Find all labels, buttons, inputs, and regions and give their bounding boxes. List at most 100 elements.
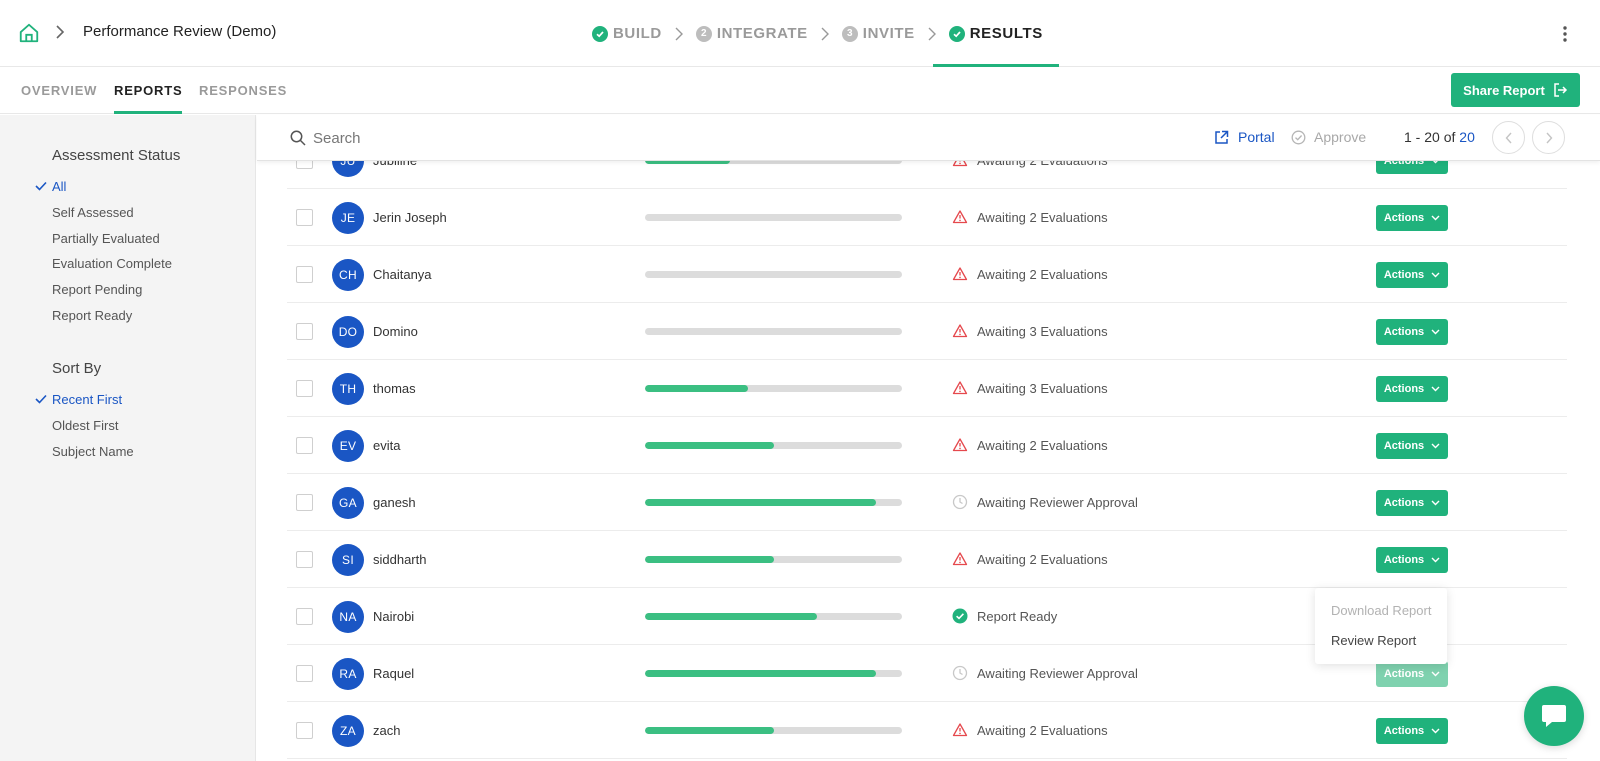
check-icon — [35, 181, 47, 191]
status-filter-partially-evaluated[interactable]: Partially Evaluated — [52, 231, 160, 246]
sort-oldest-first[interactable]: Oldest First — [52, 418, 118, 433]
portal-label: Portal — [1238, 129, 1275, 145]
step-number: 2 — [695, 25, 712, 42]
row-checkbox[interactable] — [296, 380, 313, 397]
prev-page-button[interactable] — [1492, 121, 1525, 154]
row-checkbox[interactable] — [296, 551, 313, 568]
chevron-down-icon — [1431, 671, 1440, 677]
warning-icon — [952, 267, 968, 281]
more-vertical-icon[interactable] — [1561, 24, 1569, 44]
actions-button-open[interactable]: Actions — [1376, 661, 1448, 687]
status-text: Awaiting 2 Evaluations — [977, 437, 1108, 453]
row-checkbox[interactable] — [296, 494, 313, 511]
status-filter-all[interactable]: All — [52, 179, 66, 194]
status-cell: Awaiting Reviewer Approval — [952, 665, 1138, 681]
subject-name: Domino — [373, 324, 418, 339]
assessment-status-heading: Assessment Status — [52, 147, 181, 164]
approve-button[interactable]: Approve — [1291, 129, 1366, 145]
progress-fill — [645, 385, 748, 392]
status-filter-evaluation-complete[interactable]: Evaluation Complete — [52, 256, 172, 271]
row-checkbox[interactable] — [296, 266, 313, 283]
status-cell: Awaiting 3 Evaluations — [952, 380, 1108, 396]
chevron-down-icon — [1431, 557, 1440, 563]
home-icon[interactable] — [18, 22, 40, 44]
avatar: ZA — [332, 715, 364, 747]
row-checkbox[interactable] — [296, 437, 313, 454]
actions-button[interactable]: Actions — [1376, 547, 1448, 573]
table-row[interactable]: SI siddharth Awaiting 2 Evaluations Acti… — [287, 531, 1567, 588]
status-filter-report-ready[interactable]: Report Ready — [52, 308, 132, 323]
table-row[interactable]: ZA zach Awaiting 2 Evaluations Actions — [287, 702, 1567, 759]
warning-icon — [952, 723, 968, 737]
row-checkbox[interactable] — [296, 608, 313, 625]
chevron-down-icon — [1431, 386, 1440, 392]
progress-fill — [645, 442, 774, 449]
status-cell: Awaiting 2 Evaluations — [952, 209, 1108, 225]
sort-subject-name[interactable]: Subject Name — [52, 444, 134, 459]
avatar: SI — [332, 544, 364, 576]
actions-button[interactable]: Actions — [1376, 718, 1448, 744]
actions-button[interactable]: Actions — [1376, 319, 1448, 345]
sort-recent-first[interactable]: Recent First — [52, 392, 122, 407]
table-row[interactable]: EV evita Awaiting 2 Evaluations Actions — [287, 417, 1567, 474]
status-cell: Awaiting 2 Evaluations — [952, 437, 1108, 453]
actions-button[interactable]: Actions — [1376, 490, 1448, 516]
status-filter-self-assessed[interactable]: Self Assessed — [52, 205, 134, 220]
tab-responses[interactable]: RESPONSES — [199, 67, 287, 114]
status-filter-report-pending[interactable]: Report Pending — [52, 282, 142, 297]
progress-bar — [645, 385, 902, 392]
download-report-item[interactable]: Download Report — [1331, 603, 1431, 618]
top-bar: Performance Review (Demo) BUILD 2 INTEGR… — [0, 0, 1600, 67]
actions-button[interactable]: Actions — [1376, 433, 1448, 459]
actions-label: Actions — [1383, 383, 1425, 395]
page-range: 1 - 20 — [1404, 129, 1440, 145]
share-report-button[interactable]: Share Report — [1451, 73, 1580, 107]
warning-icon — [952, 324, 968, 338]
progress-bar — [645, 214, 902, 221]
search-input[interactable] — [313, 124, 813, 152]
row-checkbox[interactable] — [296, 722, 313, 739]
step-build[interactable]: BUILD — [592, 0, 662, 67]
status-cell: Awaiting Reviewer Approval — [952, 494, 1138, 510]
chevron-right-icon — [928, 27, 936, 40]
actions-button[interactable]: Actions — [1376, 376, 1448, 402]
table-row[interactable]: DO Domino Awaiting 3 Evaluations Actions — [287, 303, 1567, 360]
table-row[interactable]: TH thomas Awaiting 3 Evaluations Actions — [287, 360, 1567, 417]
chat-widget-button[interactable] — [1524, 686, 1584, 746]
table-row[interactable]: GA ganesh Awaiting Reviewer Approval Act… — [287, 474, 1567, 531]
share-report-label: Share Report — [1463, 82, 1545, 98]
actions-button[interactable]: Actions — [1376, 205, 1448, 231]
status-text: Awaiting 2 Evaluations — [977, 551, 1108, 567]
status-cell: Awaiting 3 Evaluations — [952, 323, 1108, 339]
app-title: Performance Review (Demo) — [83, 23, 277, 40]
subject-name: evita — [373, 438, 401, 453]
step-integrate[interactable]: 2 INTEGRATE — [695, 0, 808, 67]
portal-link[interactable]: Portal — [1214, 129, 1275, 145]
approve-label: Approve — [1314, 129, 1367, 145]
step-invite[interactable]: 3 INVITE — [841, 0, 915, 67]
check-circle-icon — [952, 608, 968, 624]
table-row[interactable]: JE Jerin Joseph Awaiting 2 Evaluations A… — [287, 189, 1567, 246]
row-checkbox[interactable] — [296, 665, 313, 682]
avatar: GA — [332, 487, 364, 519]
row-checkbox[interactable] — [296, 209, 313, 226]
tab-bar: OVERVIEW REPORTS RESPONSES Share Report — [0, 67, 1600, 114]
avatar: CH — [332, 259, 364, 291]
row-checkbox[interactable] — [296, 323, 313, 340]
review-report-item[interactable]: Review Report — [1331, 633, 1416, 648]
tab-overview[interactable]: OVERVIEW — [21, 67, 97, 114]
status-text: Awaiting 3 Evaluations — [977, 323, 1108, 339]
tab-reports[interactable]: REPORTS — [114, 67, 183, 114]
table-row[interactable]: CH Chaitanya Awaiting 2 Evaluations Acti… — [287, 246, 1567, 303]
external-link-icon — [1215, 130, 1229, 144]
share-exit-icon — [1554, 83, 1567, 97]
actions-button[interactable]: Actions — [1376, 262, 1448, 288]
progress-bar — [645, 328, 902, 335]
next-page-button[interactable] — [1532, 121, 1565, 154]
subject-name: Nairobi — [373, 609, 415, 624]
progress-bar — [645, 670, 902, 677]
chevron-right-icon — [675, 27, 683, 40]
avatar: JE — [332, 202, 364, 234]
clock-icon — [952, 665, 968, 681]
step-results[interactable]: RESULTS — [932, 0, 1059, 67]
